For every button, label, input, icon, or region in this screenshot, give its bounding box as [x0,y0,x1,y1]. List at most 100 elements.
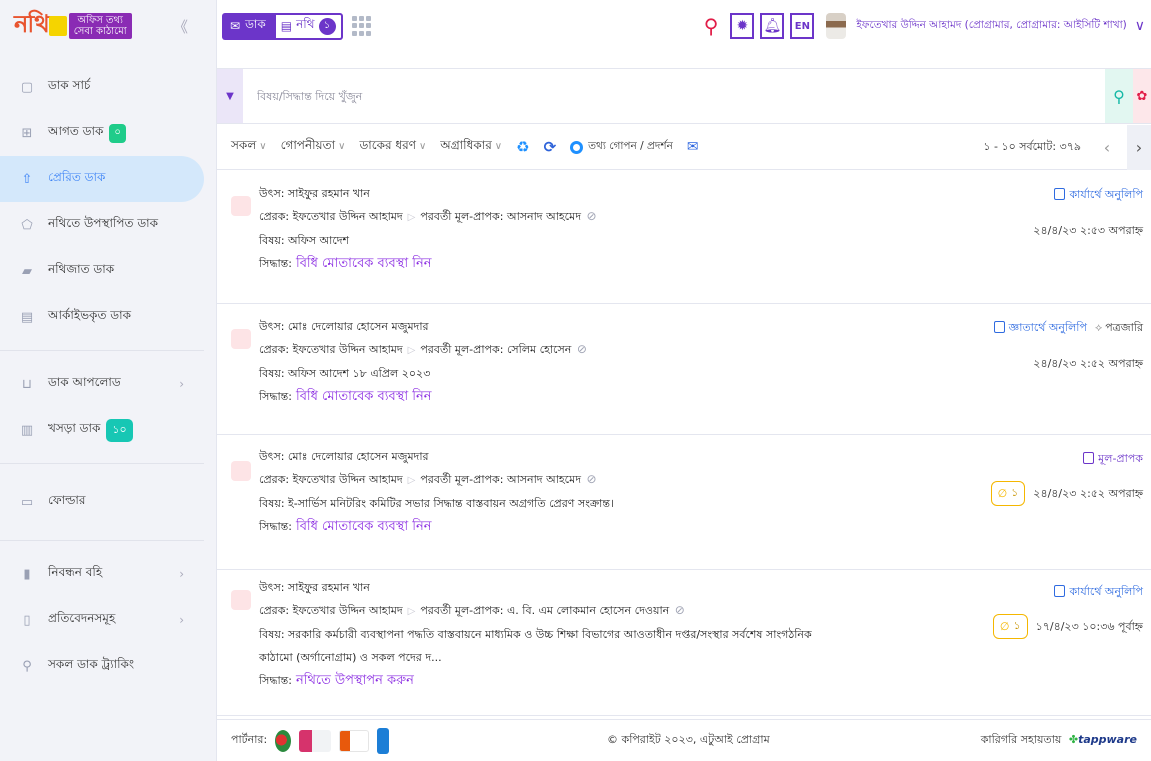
sidebar-item-reports[interactable]: ▯ প্রতিবেদনসমূহ › [0,597,216,643]
search-icon[interactable]: ⚲ [704,14,719,38]
info-toggle-label: তথ্য গোপন / প্রদর্শন [588,139,673,152]
sender-value: ইফতেখার উদ্দিন আহামদ [292,343,403,356]
row-checkbox[interactable] [231,461,251,481]
source-line: উৎস: সাইফুর রহমান খান [259,182,597,205]
avatar[interactable] [826,13,847,39]
tab-nothi-count: ১ [318,17,336,35]
user-name[interactable]: ইফতেখার উদ্দিন আহামদ (প্রোগ্রামার, প্রোগ… [856,18,1126,35]
row-checkbox[interactable] [231,590,251,610]
decision-line: সিদ্ধান্ত: বিধি মোতাবেক ব্যবস্থা নিন [259,385,587,408]
chevron-down-icon[interactable]: ∨ [1135,18,1145,34]
archive-icon: ▤ [20,309,34,325]
row-meta: জ্ঞাতার্থে অনুলিপি ⟡ পত্রজারি ২৪/৪/২৩ ২:৫২… [993,319,1143,374]
subject-label: বিষয়: [259,628,285,641]
filter-secrecy[interactable]: গোপনীয়তা ∨ [281,137,346,157]
copy-icon [1083,452,1095,464]
mail-icon: ✉ [230,19,241,33]
chevron-down-icon: ∨ [338,141,346,152]
receiver-label: পরবর্তী মূল-প্রাপক: [420,473,504,486]
tab-nothi[interactable]: ▤ নথি ১ [273,12,343,40]
decision-value[interactable]: নথিতে উপস্থাপন করুন [296,673,414,688]
attachment-badge[interactable]: ∅ ১ [990,481,1026,506]
role-tag[interactable]: কার্যার্থে অনুলিপি [1033,186,1143,205]
recycle-icon[interactable]: ♻ [516,138,529,156]
sidebar-item-draft-dak[interactable]: ▥ খসড়া ডাক ১০ [0,407,216,453]
refresh-icon[interactable]: ⟳ [544,138,557,156]
source-label: উৎস: [259,320,285,333]
timestamp: ২৪/৪/২৩ ২:৫২ অপরাহ্ন [1033,487,1143,500]
sidebar-item-archived-dak[interactable]: ▤ আর্কাইভকৃত ডাক [0,294,216,340]
triangle-right-icon: ▷ [407,475,416,486]
folder-icon: ▭ [20,494,34,510]
eye-slash-icon: ⊘ [674,603,685,617]
tab-dak[interactable]: ✉ ডাক [222,12,274,40]
sidebar-item-dak-tracking[interactable]: ⚲ সকল ডাক ট্র্যাকিং [0,643,216,689]
decision-label: সিদ্ধান্ত: [259,674,292,687]
nothi-logo-text[interactable]: নথি [14,6,50,46]
chevron-left-icon[interactable]: ‹ [1095,125,1119,170]
filter-dropdown-caret-icon[interactable]: ▼ [217,69,243,123]
sender-label: প্রেরক: [259,473,290,486]
bell-icon[interactable]: 🔔︎ [760,13,785,39]
subject-label: বিষয়: [259,234,285,247]
chevron-right-icon[interactable]: › [1127,124,1151,170]
sidebar-divider [0,350,204,351]
double-chevron-left-icon[interactable]: 《 [173,16,188,37]
apps-grid-icon[interactable] [351,16,372,36]
source-line: উৎস: মোঃ দেলোয়ার হোসেন মজুমদার [259,315,587,338]
tappware-logo[interactable]: ✤tappware [1069,733,1137,746]
pagination: ১ - ১০ সর্বমোট: ৩৭৯ ‹ › [983,124,1151,170]
list-item[interactable]: উৎস: সাইফুর রহমান খান প্রেরক: ইফতেখার উদ… [217,171,1151,304]
sender-line: প্রেরক: ইফতেখার উদ্দিন আহামদ ▷ পরবর্তী মূল… [259,599,819,623]
triangle-right-icon: ▷ [407,606,416,617]
sidebar-item-presented-dak[interactable]: ⬠ নথিতে উপস্থাপিত ডাক [0,202,216,248]
role-tag[interactable]: জ্ঞাতার্থে অনুলিপি ⟡ পত্রজারি [993,319,1143,338]
decision-value[interactable]: বিধি মোতাবেক ব্যবস্থা নিন [296,519,432,534]
row-checkbox[interactable] [231,196,251,216]
subject-line: বিষয়: সরকারি কর্মচারী ব্যবস্থাপনা পদ্ধত… [259,623,819,669]
mail-icon[interactable]: ✉ [687,139,699,155]
sidebar-item-label: সকল ডাক ট্র্যাকিং [48,657,135,671]
reset-icon[interactable]: ✿ [1133,69,1151,123]
sidebar-item-incoming-dak[interactable]: ⊞ আগত ডাক ০ [0,110,216,156]
info-toggle[interactable]: তথ্য গোপন / প্রদর্শন [570,139,673,156]
count-badge: ১০ [106,418,133,442]
source-value: মোঃ দেলোয়ার হোসেন মজুমদার [287,450,429,463]
attachment-badge[interactable]: ∅ ১ [992,614,1028,639]
timestamp: ২৪/৪/২৩ ২:৫৩ অপরাহ্ন [1033,224,1143,237]
copy-icon [993,321,1005,333]
decision-value[interactable]: বিধি মোতাবেক ব্যবস্থা নিন [296,256,432,271]
dak-body: উৎস: মোঃ দেলোয়ার হোসেন মজুমদার প্রেরক: … [259,315,587,408]
filter-all[interactable]: সকল ∨ [231,137,267,157]
list-item[interactable]: উৎস: মোঃ দেলোয়ার হোসেন মজুমদার প্রেরক: … [217,435,1151,570]
partners-label: পার্টনার: [231,733,268,746]
source-value: সাইফুর রহমান খান [287,581,370,594]
search-box-icon: ▢ [20,79,34,95]
settings-gear-icon[interactable]: ✹ [730,13,755,39]
sidebar-item-filed-dak[interactable]: ▰ নথিজাত ডাক [0,248,216,294]
filter-priority[interactable]: অগ্রাধিকার ∨ [440,137,502,157]
decision-value[interactable]: বিধি মোতাবেক ব্যবস্থা নিন [296,389,432,404]
sidebar-item-dak-upload[interactable]: ⊔ ডাক আপলোড › [0,361,216,407]
sidebar-item-folder[interactable]: ▭ ফোল্ডার [0,474,216,530]
role-tag[interactable]: মূল-প্রাপক [991,450,1143,469]
sidebar-item-dak-search[interactable]: ▢ ডাক সার্চ [0,64,216,110]
receiver-value: আসনাদ আহমেদ [506,473,581,486]
language-toggle[interactable]: EN [790,13,815,39]
copy-icon [1054,188,1066,200]
sidebar-item-label: নথিজাত ডাক [48,262,115,276]
sidebar-item-register-book[interactable]: ▮ নিবন্ধন বহি › [0,551,216,597]
row-checkbox[interactable] [231,329,251,349]
chevron-right-icon: › [179,567,184,581]
filter-dak-type[interactable]: ডাকের ধরণ ∨ [359,137,426,157]
row-meta: মূল-প্রাপক ∅ ১ ২৪/৪/২৩ ২:৫২ অপরাহ্ন [990,450,1143,506]
search-icon[interactable]: ⚲ [1105,69,1133,123]
sidebar-divider [0,540,204,541]
decision-label: সিদ্ধান্ত: [259,520,292,533]
sidebar-item-sent-dak[interactable]: ⇧ প্রেরিত ডাক [0,156,204,202]
list-item[interactable]: উৎস: সাইফুর রহমান খান প্রেরক: ইফতেখার উদ… [217,570,1151,716]
list-item[interactable]: উৎস: মোঃ দেলোয়ার হোসেন মজুমদার প্রেরক: … [217,304,1151,435]
report-icon: ▯ [23,612,31,628]
search-input[interactable] [243,69,1105,123]
role-tag[interactable]: কার্যার্থে অনুলিপি [993,583,1143,602]
